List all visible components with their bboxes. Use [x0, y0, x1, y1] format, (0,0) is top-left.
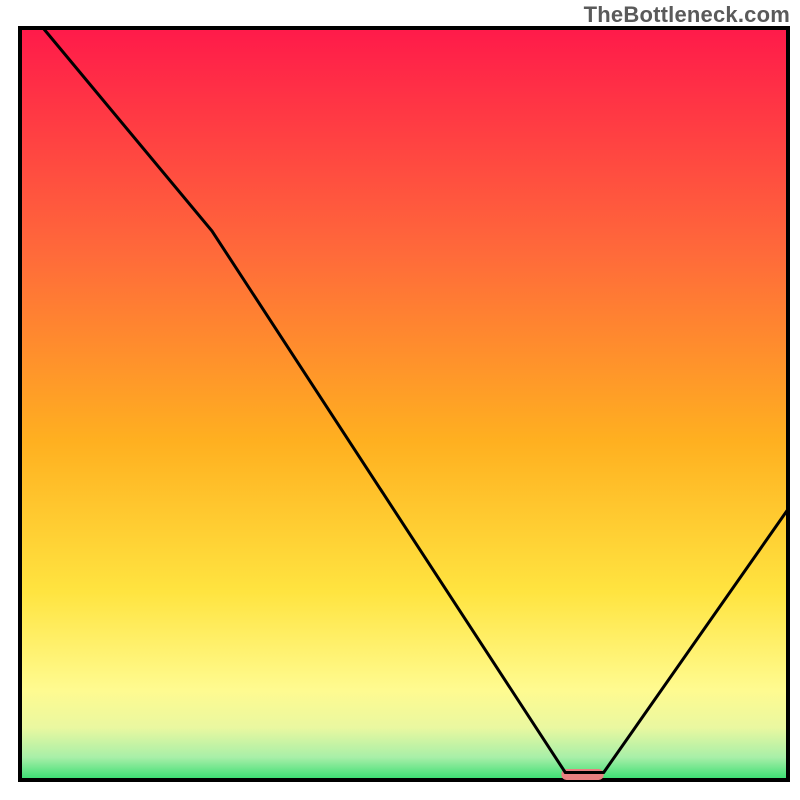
optimal-range-marker — [561, 769, 603, 780]
chart-container: TheBottleneck.com — [0, 0, 800, 800]
watermark-text: TheBottleneck.com — [584, 2, 790, 28]
bottleneck-chart — [0, 0, 800, 800]
